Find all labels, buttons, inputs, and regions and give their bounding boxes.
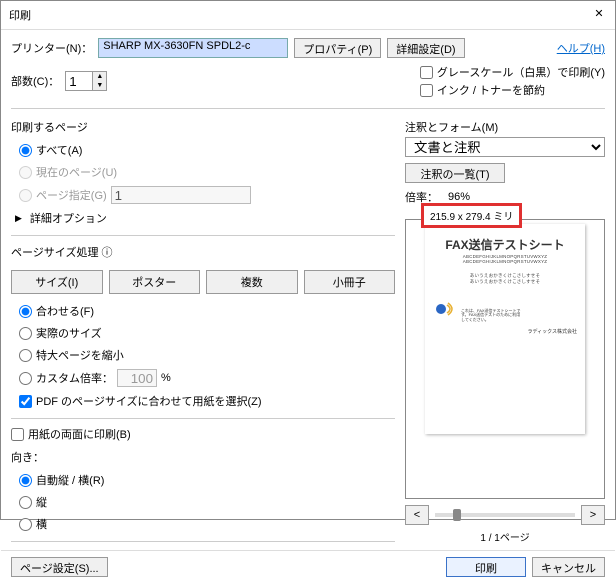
choose-paper-label: PDF のページサイズに合わせて用紙を選択(Z) — [36, 393, 262, 409]
page-sizing-label: ページサイズ処理 ⓘ — [11, 244, 395, 260]
radio-landscape[interactable] — [19, 518, 32, 531]
copies-label: 部数(C)： — [11, 73, 59, 89]
prev-page-button[interactable]: < — [405, 505, 429, 525]
grayscale-checkbox[interactable] — [420, 66, 433, 79]
preview-nav: < > — [405, 505, 605, 525]
comments-summary-button[interactable]: 注釈の一覧(T) — [405, 163, 505, 183]
spinner-up-icon[interactable]: ▲ — [93, 72, 106, 81]
both-sides-label: 用紙の両面に印刷(B) — [28, 426, 131, 442]
comments-forms-label: 注釈とフォーム(M) — [405, 119, 605, 135]
more-options-toggle[interactable]: ▶ 詳細オプション — [15, 210, 395, 226]
preview-page: FAX送信テストシート ABCDEFGHIJKLMNOPQRSTUVWXYZ A… — [425, 224, 585, 434]
actual-label: 実際のサイズ — [36, 325, 102, 341]
comments-forms-select[interactable]: 文書と注釈 — [405, 137, 605, 157]
radio-actual[interactable] — [19, 327, 32, 340]
pages-to-print-label: 印刷するページ — [11, 119, 395, 135]
preview-title: FAX送信テストシート — [445, 238, 564, 254]
more-options-label: 詳細オプション — [30, 210, 107, 226]
all-label: すべて(A) — [36, 142, 82, 158]
close-icon[interactable]: ✕ — [591, 7, 607, 23]
spinner-arrows: ▲ ▼ — [92, 72, 106, 90]
radio-auto-orient[interactable] — [19, 474, 32, 487]
triangle-right-icon: ▶ — [15, 213, 22, 224]
left-column: 印刷するページ すべて(A) 現在のページ(U) ページ指定(G) ▶ 詳細オプシ… — [11, 117, 395, 544]
window-title: 印刷 — [9, 7, 31, 23]
radio-custom-scale[interactable] — [19, 372, 32, 385]
right-column: 注釈とフォーム(M) 文書と注釈 注釈の一覧(T) 倍率： 96% 215.9 … — [405, 117, 605, 544]
speech-head-icon — [433, 299, 457, 323]
current-label: 現在のページ(U) — [36, 164, 117, 180]
preview-footer: ラディックス株式会社 — [433, 329, 577, 336]
save-ink-label: インク / トナーを節約 — [437, 82, 545, 98]
both-sides-checkbox[interactable] — [11, 428, 24, 441]
auto-label: 自動縦 / 横(R) — [36, 472, 104, 488]
radio-fit[interactable] — [19, 305, 32, 318]
shrink-label: 特大ページを縮小 — [36, 347, 124, 363]
cancel-button[interactable]: キャンセル — [532, 557, 605, 577]
landscape-label: 横 — [36, 516, 47, 532]
size-button[interactable]: サイズ(I) — [11, 270, 103, 294]
radio-portrait[interactable] — [19, 496, 32, 509]
scale-value: 96% — [448, 191, 470, 203]
printer-label: プリンター(N)： — [11, 40, 92, 56]
range-label: ページ指定(G) — [36, 187, 107, 203]
radio-shrink[interactable] — [19, 349, 32, 362]
range-input — [111, 186, 251, 204]
copies-input[interactable] — [66, 73, 92, 90]
properties-button[interactable]: プロパティ(P) — [294, 38, 381, 58]
portrait-label: 縦 — [36, 494, 47, 510]
advanced-button[interactable]: 詳細設定(D) — [387, 38, 464, 58]
dimensions-callout: 215.9 x 279.4 ミリ — [421, 203, 522, 228]
printer-select[interactable]: SHARP MX-3630FN SPDL2-c — [98, 38, 288, 58]
percent-label: % — [161, 372, 171, 384]
preview-box: FAX送信テストシート ABCDEFGHIJKLMNOPQRSTUVWXYZ A… — [405, 219, 605, 499]
titlebar: 印刷 ✕ — [1, 1, 615, 30]
poster-button[interactable]: ポスター — [109, 270, 201, 294]
footer: ページ設定(S)... 印刷 キャンセル — [1, 550, 615, 583]
preview-line2: ABCDEFGHIJKLMNOPQRSTUVWXYZ — [463, 259, 547, 265]
multiple-button[interactable]: 複数 — [206, 270, 298, 294]
help-link[interactable]: ヘルプ(H) — [557, 40, 605, 56]
copies-spinner[interactable]: ▲ ▼ — [65, 71, 107, 91]
radio-current — [19, 166, 32, 179]
fit-label: 合わせる(F) — [36, 303, 94, 319]
custom-scale-input — [117, 369, 157, 387]
booklet-button[interactable]: 小冊子 — [304, 270, 396, 294]
printer-selected-value: SHARP MX-3630FN SPDL2-c — [103, 40, 250, 52]
spinner-down-icon[interactable]: ▼ — [93, 81, 106, 90]
save-ink-checkbox[interactable] — [420, 84, 433, 97]
radio-range — [19, 189, 32, 202]
preview-kana2: あいうえおかきくけこさしすせそ — [470, 279, 540, 285]
grayscale-label: グレースケール（白黒）で印刷(Y) — [437, 64, 605, 80]
preview-small-text: これは、FAX送信テストシートです。FAX送信テストのために利用してください。 — [461, 309, 521, 323]
page-setup-button[interactable]: ページ設定(S)... — [11, 557, 108, 577]
page-count: 1 / 1ページ — [405, 529, 605, 544]
orientation-label: 向き： — [11, 449, 395, 465]
choose-paper-checkbox[interactable] — [19, 395, 32, 408]
print-dialog: 印刷 ✕ プリンター(N)： SHARP MX-3630FN SPDL2-c プ… — [0, 0, 616, 520]
custom-scale-label: カスタム倍率： — [36, 370, 113, 386]
print-button[interactable]: 印刷 — [446, 557, 526, 577]
next-page-button[interactable]: > — [581, 505, 605, 525]
radio-all[interactable] — [19, 144, 32, 157]
main-content: 印刷するページ すべて(A) 現在のページ(U) ページ指定(G) ▶ 詳細オプシ… — [11, 117, 605, 544]
dialog-body: プリンター(N)： SHARP MX-3630FN SPDL2-c プロパティ(… — [1, 30, 615, 550]
sizing-buttons: サイズ(I) ポスター 複数 小冊子 — [11, 270, 395, 294]
page-slider[interactable] — [435, 513, 575, 517]
copies-row: 部数(C)： ▲ ▼ グレースケール（白黒）で印刷(Y) インク / トナーを節… — [11, 64, 605, 98]
printer-row: プリンター(N)： SHARP MX-3630FN SPDL2-c プロパティ(… — [11, 38, 605, 58]
